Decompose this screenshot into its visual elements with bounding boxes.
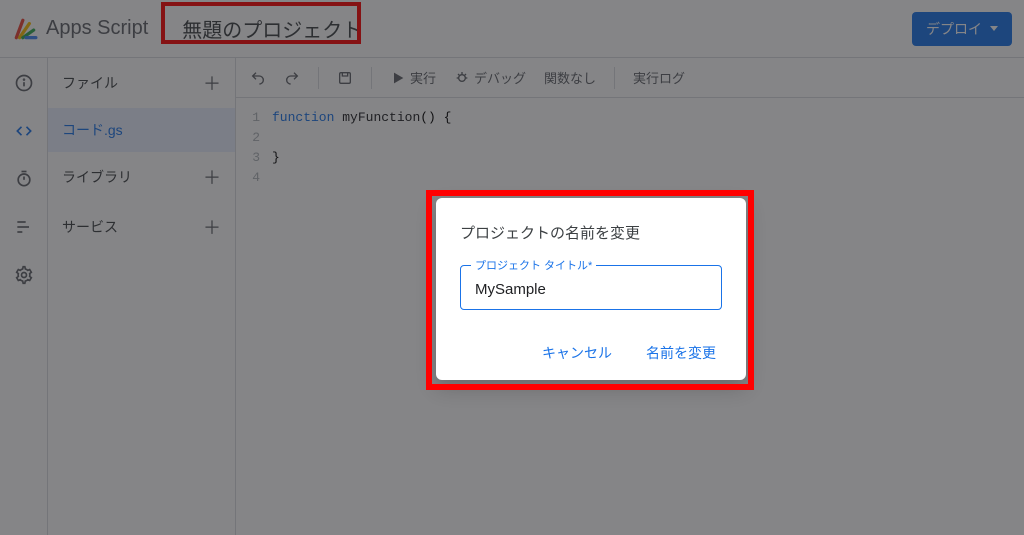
project-title-field[interactable]: プロジェクト タイトル*	[460, 265, 722, 310]
project-title-input[interactable]	[473, 280, 709, 299]
cancel-button[interactable]: キャンセル	[536, 342, 618, 364]
rename-button[interactable]: 名前を変更	[640, 342, 722, 364]
dialog-title: プロジェクトの名前を変更	[460, 222, 722, 243]
project-title-field-label: プロジェクト タイトル*	[471, 257, 596, 273]
dialog-actions: キャンセル 名前を変更	[460, 342, 722, 364]
rename-dialog: プロジェクトの名前を変更 プロジェクト タイトル* キャンセル 名前を変更	[436, 198, 746, 380]
